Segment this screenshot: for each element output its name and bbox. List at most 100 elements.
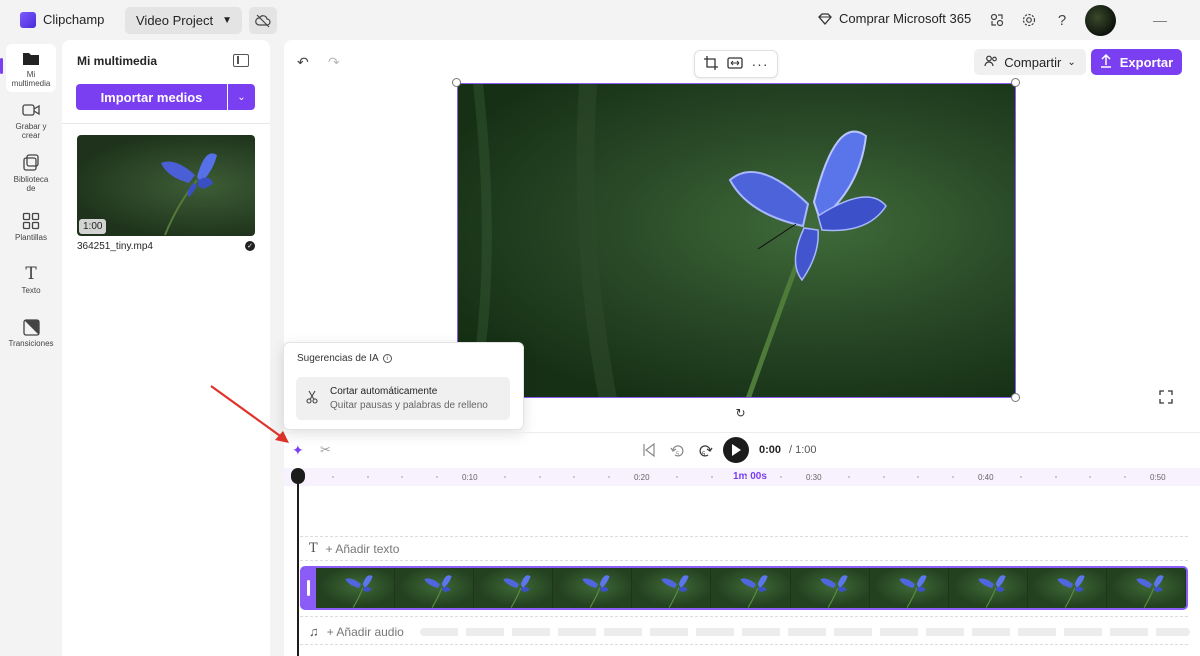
play-icon	[732, 444, 741, 456]
rail-item-record-create[interactable]: Grabar y crear	[0, 100, 62, 140]
playhead-line	[297, 482, 299, 656]
ruler-tick-dot	[745, 476, 747, 478]
ruler-tick-label: 0:10	[462, 473, 478, 482]
people-icon	[984, 55, 998, 70]
rail-item-my-media[interactable]: Mi multimedia	[0, 48, 62, 88]
ruler-tick-dot	[1089, 476, 1091, 478]
text-icon: T	[25, 264, 37, 284]
rail-item-transitions[interactable]: Transiciones	[0, 317, 62, 348]
rewind-5-icon[interactable]: 5	[670, 443, 686, 462]
track-divider	[300, 536, 1188, 537]
app-name: Clipchamp	[43, 12, 105, 27]
import-media-button[interactable]: Importar medios	[76, 84, 227, 110]
project-name-button[interactable]: Video Project ▼	[125, 7, 242, 34]
auto-cut-option[interactable]	[296, 377, 510, 420]
add-audio-track[interactable]: ♫ + Añadir audio	[309, 624, 404, 639]
resize-handle[interactable]	[1011, 78, 1020, 87]
crop-icon[interactable]	[703, 55, 718, 73]
fullscreen-icon[interactable]	[1159, 390, 1175, 406]
more-icon[interactable]: ···	[752, 56, 769, 72]
resize-handle[interactable]	[1011, 393, 1020, 402]
buy-label: Comprar Microsoft 365	[839, 11, 972, 26]
add-text-label: + Añadir texto	[325, 541, 400, 556]
clip-frame	[474, 568, 554, 608]
ruler-tick-dot	[1055, 476, 1057, 478]
diamond-icon	[818, 12, 832, 25]
red-arrow-annotation-icon	[210, 385, 289, 443]
rail-item-library[interactable]: Biblioteca de	[0, 153, 62, 193]
rail-label: Texto	[21, 286, 41, 295]
import-dropdown-button[interactable]: ⌄	[228, 84, 255, 110]
ruler-tick-label: 0:40	[978, 473, 994, 482]
track-divider	[300, 644, 1188, 645]
ruler-tick-dot	[780, 476, 782, 478]
share-people-icon[interactable]	[987, 10, 1007, 30]
play-button[interactable]	[723, 437, 749, 463]
video-camera-icon	[21, 100, 41, 120]
folder-icon	[21, 48, 41, 68]
ruler-tick-dot	[676, 476, 678, 478]
rail-item-text[interactable]: T Texto	[0, 264, 62, 295]
total-time: / 1:00	[789, 444, 817, 456]
auto-cut-title: Cortar automáticamente	[330, 386, 438, 397]
track-divider	[300, 560, 1188, 561]
avatar[interactable]	[1085, 5, 1116, 36]
info-icon[interactable]: i	[382, 354, 392, 363]
share-button[interactable]: Compartir ⌄	[974, 49, 1086, 75]
ai-suggestions-title: Sugerencias de IA i	[297, 353, 392, 364]
music-note-icon: ♫	[309, 624, 319, 639]
video-preview[interactable]	[457, 83, 1016, 398]
clipchamp-logo-icon	[20, 12, 36, 28]
ai-sparkle-icon[interactable]: ✦	[292, 442, 304, 459]
rotate-icon[interactable]: ↻	[733, 405, 748, 420]
text-track-icon: T	[309, 541, 318, 556]
playhead-handle[interactable]	[291, 468, 305, 484]
minimize-icon[interactable]: —	[1153, 12, 1167, 28]
clip-frames	[316, 568, 1186, 608]
cloud-off-icon	[255, 14, 271, 27]
ai-title-text: Sugerencias de IA	[297, 353, 379, 364]
buy-microsoft-365-button[interactable]: Comprar Microsoft 365	[818, 11, 971, 26]
skip-to-start-icon[interactable]	[642, 442, 656, 460]
add-text-track[interactable]: T + Añadir texto	[309, 541, 399, 556]
caret-down-icon: ▼	[222, 15, 232, 26]
fit-icon[interactable]	[726, 56, 743, 72]
forward-5-icon[interactable]: 5	[697, 443, 713, 462]
ruler-tick-dot	[401, 476, 403, 478]
clip-trim-handle[interactable]	[302, 568, 316, 608]
export-button[interactable]: Exportar	[1091, 49, 1182, 75]
export-label: Exportar	[1119, 54, 1174, 70]
preview-toolbar: ···	[694, 50, 778, 78]
rail-label: Grabar y crear	[15, 122, 47, 140]
media-file-name: 364251_tiny.mp4	[77, 241, 153, 252]
settings-gear-icon[interactable]	[1019, 10, 1039, 30]
cloud-sync-button[interactable]	[249, 7, 277, 34]
ruler-tick-dot	[608, 476, 610, 478]
clip-frame	[711, 568, 791, 608]
video-clip[interactable]	[300, 566, 1188, 610]
divider	[62, 123, 270, 124]
share-label: Compartir	[1004, 54, 1062, 70]
ruler-tick-dot	[848, 476, 850, 478]
ruler-tick-dot	[1124, 476, 1126, 478]
transitions-icon	[21, 317, 41, 337]
check-icon: ✓	[245, 241, 255, 251]
auto-cut-description: Quitar pausas y palabras de relleno	[330, 400, 488, 411]
clip-frame	[1027, 568, 1107, 608]
clip-frame	[948, 568, 1028, 608]
ruler-tick-dot	[504, 476, 506, 478]
butterfly-preview-image	[468, 84, 887, 397]
help-icon[interactable]: ?	[1052, 10, 1072, 30]
split-scissors-icon[interactable]: ✂	[320, 442, 331, 458]
rail-item-templates[interactable]: Plantillas	[0, 211, 62, 242]
ruler-tick-dot	[436, 476, 438, 478]
track-divider	[300, 616, 1188, 617]
undo-icon[interactable]: ↶	[297, 54, 309, 71]
media-panel	[62, 40, 270, 656]
collapse-panel-icon[interactable]	[233, 54, 249, 67]
media-duration-badge: 1:00	[79, 219, 107, 234]
resize-handle[interactable]	[452, 78, 461, 87]
ruler-tick-dot	[367, 476, 369, 478]
media-panel-title: Mi multimedia	[77, 54, 158, 68]
redo-icon[interactable]: ↷	[328, 54, 340, 71]
